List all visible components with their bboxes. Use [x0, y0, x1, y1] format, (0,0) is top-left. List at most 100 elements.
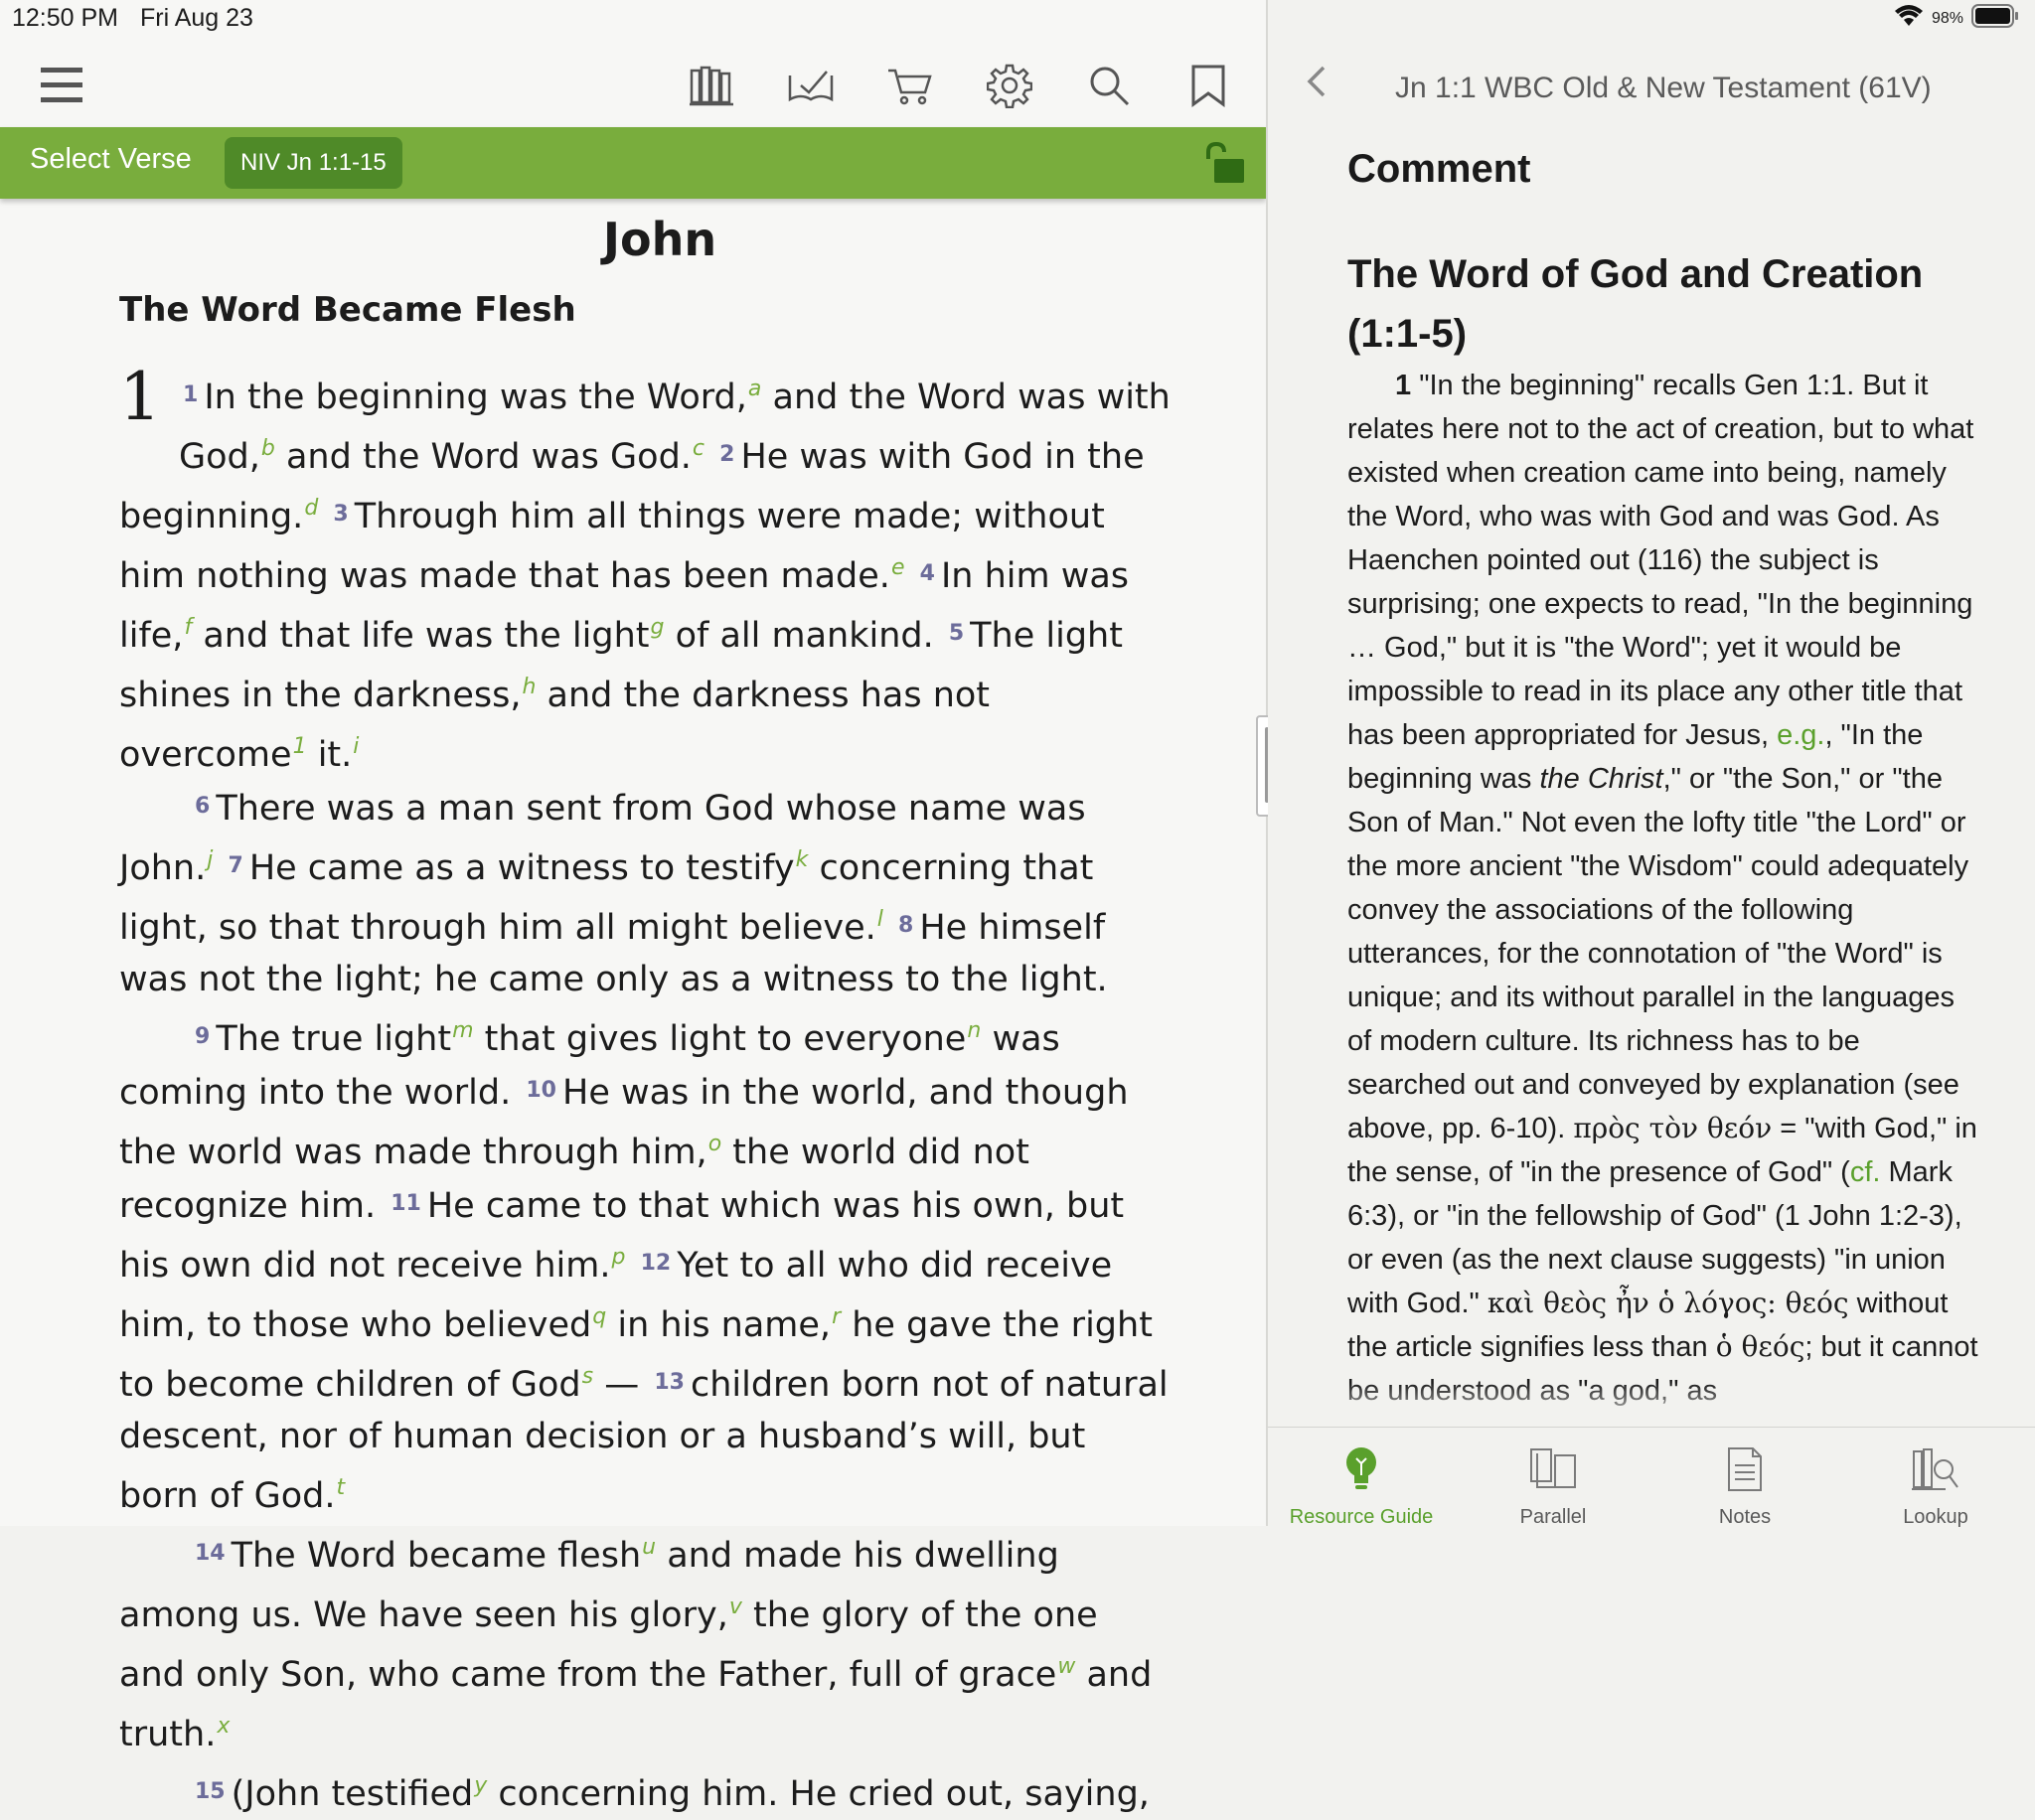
- hamburger-menu-icon[interactable]: [36, 60, 87, 111]
- verse-number[interactable]: 1: [183, 382, 198, 407]
- verse-number[interactable]: 7: [229, 853, 243, 878]
- lookup-icon: [1846, 1445, 2025, 1498]
- abbrev-link[interactable]: cf.: [1850, 1156, 1881, 1188]
- bible-text: John The Word Became Flesh 1 1 In the beg…: [119, 199, 1173, 1820]
- verse-text[interactable]: in his name,: [606, 1305, 831, 1345]
- footnote-marker[interactable]: i: [353, 734, 359, 759]
- abbrev-link[interactable]: e.g.: [1777, 719, 1824, 751]
- verse-number[interactable]: 3: [333, 502, 348, 527]
- section-heading: The Word Became Flesh: [119, 290, 576, 330]
- verse-number[interactable]: 13: [654, 1370, 685, 1395]
- tab-resource-guide[interactable]: Resource Guide: [1272, 1445, 1451, 1529]
- back-chevron-icon[interactable]: [1304, 64, 1328, 104]
- footnote-marker[interactable]: h: [522, 675, 536, 699]
- footnote-marker[interactable]: t: [336, 1475, 345, 1500]
- verse-text[interactable]: The Word became flesh: [232, 1536, 642, 1576]
- wifi-icon: [1894, 5, 1924, 32]
- verse-number[interactable]: 11: [391, 1191, 421, 1216]
- greek-text: πρὸς τὸν θεόν: [1573, 1112, 1773, 1144]
- footnote-marker[interactable]: s: [582, 1364, 593, 1389]
- verse-text[interactable]: concerning him. He cried out, saying,: [487, 1774, 1150, 1814]
- paragraph: 1 1 In the beginning was the Word,a and t…: [119, 364, 1173, 781]
- commentary-pane: 98% Jn 1:1 WBC Old & New Testament (61V)…: [1268, 0, 2035, 1526]
- lightbulb-icon: [1272, 1445, 1451, 1498]
- footnote-marker[interactable]: m: [452, 1018, 473, 1043]
- greek-text: ὁ θεός: [1715, 1330, 1805, 1363]
- passage-reference-pill[interactable]: NIV Jn 1:1-15: [225, 137, 402, 189]
- verse-number[interactable]: 10: [526, 1078, 556, 1103]
- scroll-fade: [1268, 1383, 2035, 1427]
- select-verse-button[interactable]: Select Verse: [30, 143, 192, 176]
- verse-text[interactable]: In the beginning was the Word,: [204, 378, 747, 417]
- footnote-marker[interactable]: r: [832, 1304, 841, 1329]
- reading-plan-icon[interactable]: [785, 60, 837, 111]
- search-icon[interactable]: [1083, 60, 1135, 111]
- commentary-title[interactable]: Jn 1:1 WBC Old & New Testament (61V): [1395, 72, 1932, 105]
- footnote-marker[interactable]: y: [474, 1773, 487, 1798]
- footnote-marker[interactable]: g: [651, 615, 665, 640]
- footnote-marker[interactable]: o: [708, 1132, 721, 1156]
- footnote-marker[interactable]: d: [304, 496, 318, 521]
- footnote-marker[interactable]: k: [796, 847, 809, 872]
- footnote-marker[interactable]: q: [592, 1304, 606, 1329]
- bookmark-icon[interactable]: [1182, 60, 1234, 111]
- footnote-marker[interactable]: c: [693, 436, 704, 461]
- tab-parallel[interactable]: Parallel: [1464, 1445, 1643, 1529]
- bottom-tab-bar: Resource Guide Parallel Notes Lookup: [1268, 1427, 2035, 1529]
- verse-number[interactable]: 9: [195, 1024, 210, 1049]
- verse-number[interactable]: 6: [195, 794, 210, 819]
- status-right: 98%: [1894, 4, 2019, 33]
- verse-text[interactable]: that gives light to everyone: [474, 1019, 967, 1059]
- footnote-marker[interactable]: v: [729, 1594, 742, 1619]
- footnote-marker[interactable]: x: [217, 1714, 230, 1739]
- verse-text[interactable]: He came as a witness to testify: [249, 848, 795, 888]
- commentary-body: 1 "In the beginning" recalls Gen 1:1. Bu…: [1347, 364, 1983, 1413]
- verse-number[interactable]: 12: [641, 1251, 672, 1276]
- verse-number[interactable]: 8: [898, 913, 913, 938]
- footnote-marker[interactable]: n: [967, 1018, 981, 1043]
- footnote-marker[interactable]: p: [612, 1245, 626, 1270]
- verse-text[interactable]: it.: [307, 735, 353, 775]
- footnote-marker[interactable]: 1: [293, 734, 307, 759]
- footnote-marker[interactable]: b: [261, 436, 275, 461]
- footnote-marker[interactable]: a: [748, 377, 761, 401]
- footnote-marker[interactable]: j: [207, 847, 213, 872]
- footnote-marker[interactable]: l: [877, 907, 883, 932]
- greek-text: καὶ θεὸς ἦν ὁ λόγος: θεός: [1487, 1287, 1849, 1319]
- book-title: John: [602, 213, 717, 266]
- paragraph: 15 (John testifiedy concerning him. He cr…: [119, 1760, 1173, 1820]
- commentary-section-heading: The Word of God and Creation (1:1-5): [1347, 252, 1924, 356]
- verse-text[interactable]: and that life was the light: [192, 616, 649, 656]
- cart-icon[interactable]: [884, 60, 936, 111]
- paragraph: 6 There was a man sent from God whose nam…: [119, 781, 1173, 1005]
- verse-text[interactable]: —: [593, 1365, 639, 1405]
- verse-selection-bar: Select Verse NIV Jn 1:1-15: [0, 127, 1266, 199]
- verse-text[interactable]: and the Word was God.: [275, 437, 692, 477]
- settings-gear-icon[interactable]: [984, 60, 1035, 111]
- tab-lookup[interactable]: Lookup: [1846, 1445, 2025, 1529]
- comment-heading: Comment: [1347, 147, 1531, 191]
- verse-text[interactable]: (John testified: [232, 1774, 474, 1814]
- verse-number[interactable]: 15: [195, 1779, 226, 1804]
- footnote-marker[interactable]: w: [1057, 1654, 1075, 1679]
- verse-number[interactable]: 14: [195, 1541, 226, 1566]
- battery-percentage: 98%: [1931, 9, 1963, 27]
- passage: 1 1 In the beginning was the Word,a and t…: [119, 364, 1173, 1820]
- status-time: 12:50 PM: [12, 4, 119, 32]
- commentary-italic: the Christ: [1539, 763, 1663, 795]
- verse-number[interactable]: 2: [719, 442, 734, 467]
- commentary-run: "In the beginning" recalls Gen 1:1. But …: [1347, 370, 1974, 751]
- unlocked-lock-icon[interactable]: [1200, 141, 1246, 190]
- notes-icon: [1655, 1445, 1834, 1498]
- verse-number[interactable]: 4: [920, 561, 935, 586]
- tab-notes[interactable]: Notes: [1655, 1445, 1834, 1529]
- status-date: Fri Aug 23: [140, 4, 253, 32]
- verse-lead: 1: [1395, 370, 1412, 401]
- footnote-marker[interactable]: e: [891, 555, 905, 580]
- chapter-number: 1: [119, 359, 161, 435]
- verse-text[interactable]: of all mankind.: [664, 616, 934, 656]
- verse-text[interactable]: The true light: [216, 1019, 451, 1059]
- library-icon[interactable]: [686, 60, 737, 111]
- verse-number[interactable]: 5: [949, 621, 964, 646]
- footnote-marker[interactable]: u: [642, 1535, 656, 1560]
